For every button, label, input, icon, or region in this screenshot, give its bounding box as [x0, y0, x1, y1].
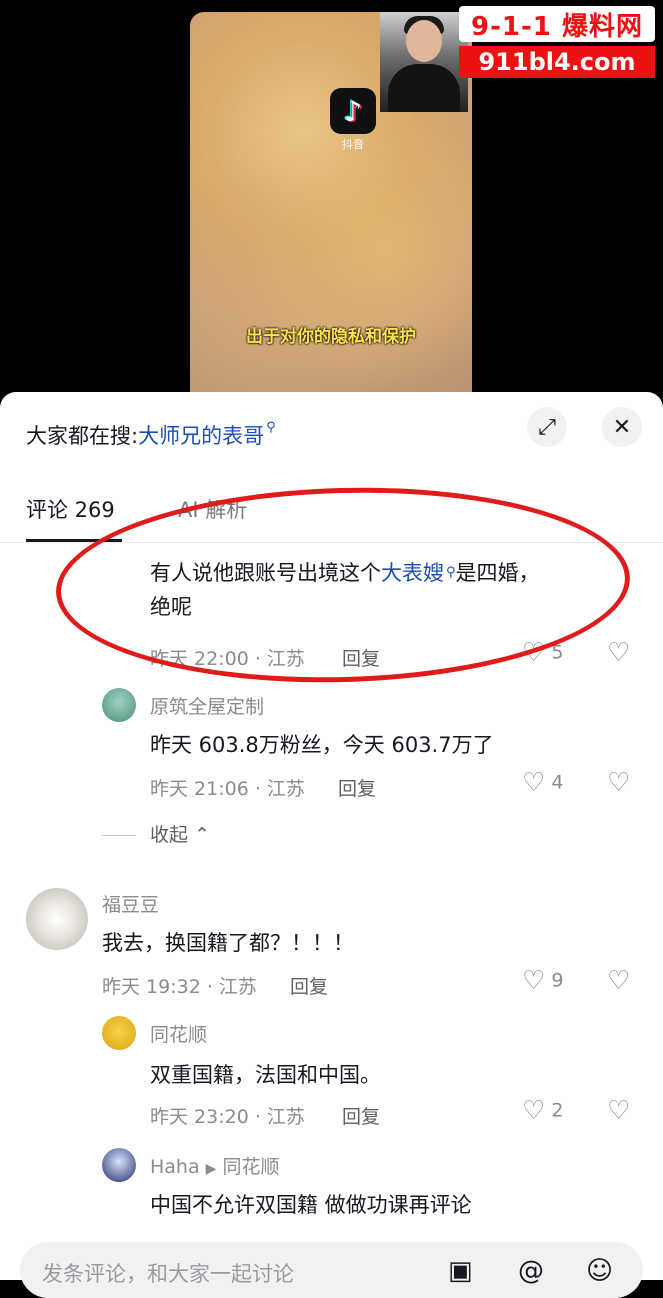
username[interactable]: 同花顺 — [150, 1020, 207, 1047]
avatar[interactable] — [26, 888, 88, 950]
image-icon[interactable]: ▣ — [448, 1256, 473, 1286]
video-subtitle: 出于对你的隐私和保护 — [246, 327, 416, 347]
broken-heart-icon[interactable]: ♡ — [607, 638, 630, 668]
reply-button[interactable]: 回复 — [342, 1102, 380, 1129]
like-button[interactable]: ♡ 4 — [522, 768, 563, 798]
collapse-replies-button[interactable]: 收起 ⌃ — [102, 820, 210, 847]
emoji-icon[interactable]: ☺ — [586, 1256, 613, 1286]
like-button[interactable]: ♡ 2 — [522, 1096, 563, 1126]
avatar[interactable] — [102, 1148, 136, 1182]
reply-button[interactable]: 回复 — [290, 972, 328, 999]
presenter-inset — [380, 12, 468, 112]
expand-icon[interactable]: ⤢ — [527, 407, 567, 447]
username[interactable]: 原筑全屋定制 — [150, 692, 264, 719]
watermark-url: 911bl4.com — [459, 46, 655, 78]
comment-meta: 昨天 21:06 · 江苏 — [150, 778, 305, 800]
heart-icon: ♡ — [522, 966, 546, 996]
close-icon[interactable]: ✕ — [602, 407, 642, 447]
comment-text: 昨天 603.8万粉丝，今天 603.7万了 — [150, 733, 494, 757]
username[interactable]: 福豆豆 — [102, 890, 159, 917]
broken-heart-icon[interactable]: ♡ — [607, 1096, 630, 1126]
watermark-logo: 9-1-1 爆料网 — [459, 6, 655, 42]
heart-icon: ♡ — [522, 768, 546, 798]
avatar[interactable] — [102, 688, 136, 722]
comment-meta: 昨天 23:20 · 江苏 — [150, 1106, 305, 1128]
reply-target-username[interactable]: 同花顺 — [223, 1156, 280, 1178]
search-suggestion[interactable]: 大家都在搜:大师兄的表哥 ⚲ — [26, 420, 276, 450]
reply-button[interactable]: 回复 — [338, 774, 376, 801]
avatar[interactable] — [102, 1016, 136, 1050]
comment-meta: 昨天 19:32 · 江苏 — [102, 976, 257, 998]
username[interactable]: Haha — [150, 1156, 200, 1178]
search-icon: ⚲ — [266, 420, 276, 435]
search-term-link[interactable]: 大师兄的表哥 — [138, 424, 264, 448]
comment-text: 我去，换国籍了都？！！！ — [102, 931, 354, 955]
reply-thread-header: Haha ▶ 同花顺 — [150, 1152, 280, 1179]
app-icon-label: 抖音 — [342, 138, 364, 151]
heart-icon: ♡ — [522, 1096, 546, 1126]
comment-text: 中国不允许双国籍 做做功课再评论 — [150, 1193, 472, 1217]
broken-heart-icon[interactable]: ♡ — [607, 768, 630, 798]
tiktok-app-icon: ♪ — [330, 88, 376, 134]
chevron-up-icon: ⌃ — [194, 824, 210, 846]
reply-arrow-icon: ▶ — [205, 1161, 217, 1177]
comment-input-bar[interactable]: 发条评论，和大家一起讨论 ▣ @ ☺ — [20, 1242, 643, 1298]
tab-comments[interactable]: 评论 269 — [26, 494, 115, 524]
at-mention-icon[interactable]: @ — [518, 1256, 544, 1286]
comment-text: 双重国籍，法国和中国。 — [150, 1063, 381, 1087]
search-prefix: 大家都在搜: — [26, 424, 139, 448]
comment-input-placeholder: 发条评论，和大家一起讨论 — [42, 1262, 294, 1286]
like-button[interactable]: ♡ 9 — [522, 966, 563, 996]
video-player[interactable]: ♪ 抖音 9-1-1 爆料网 911bl4.com 出于对你的隐私和保护 — [0, 0, 663, 420]
broken-heart-icon[interactable]: ♡ — [607, 966, 630, 996]
